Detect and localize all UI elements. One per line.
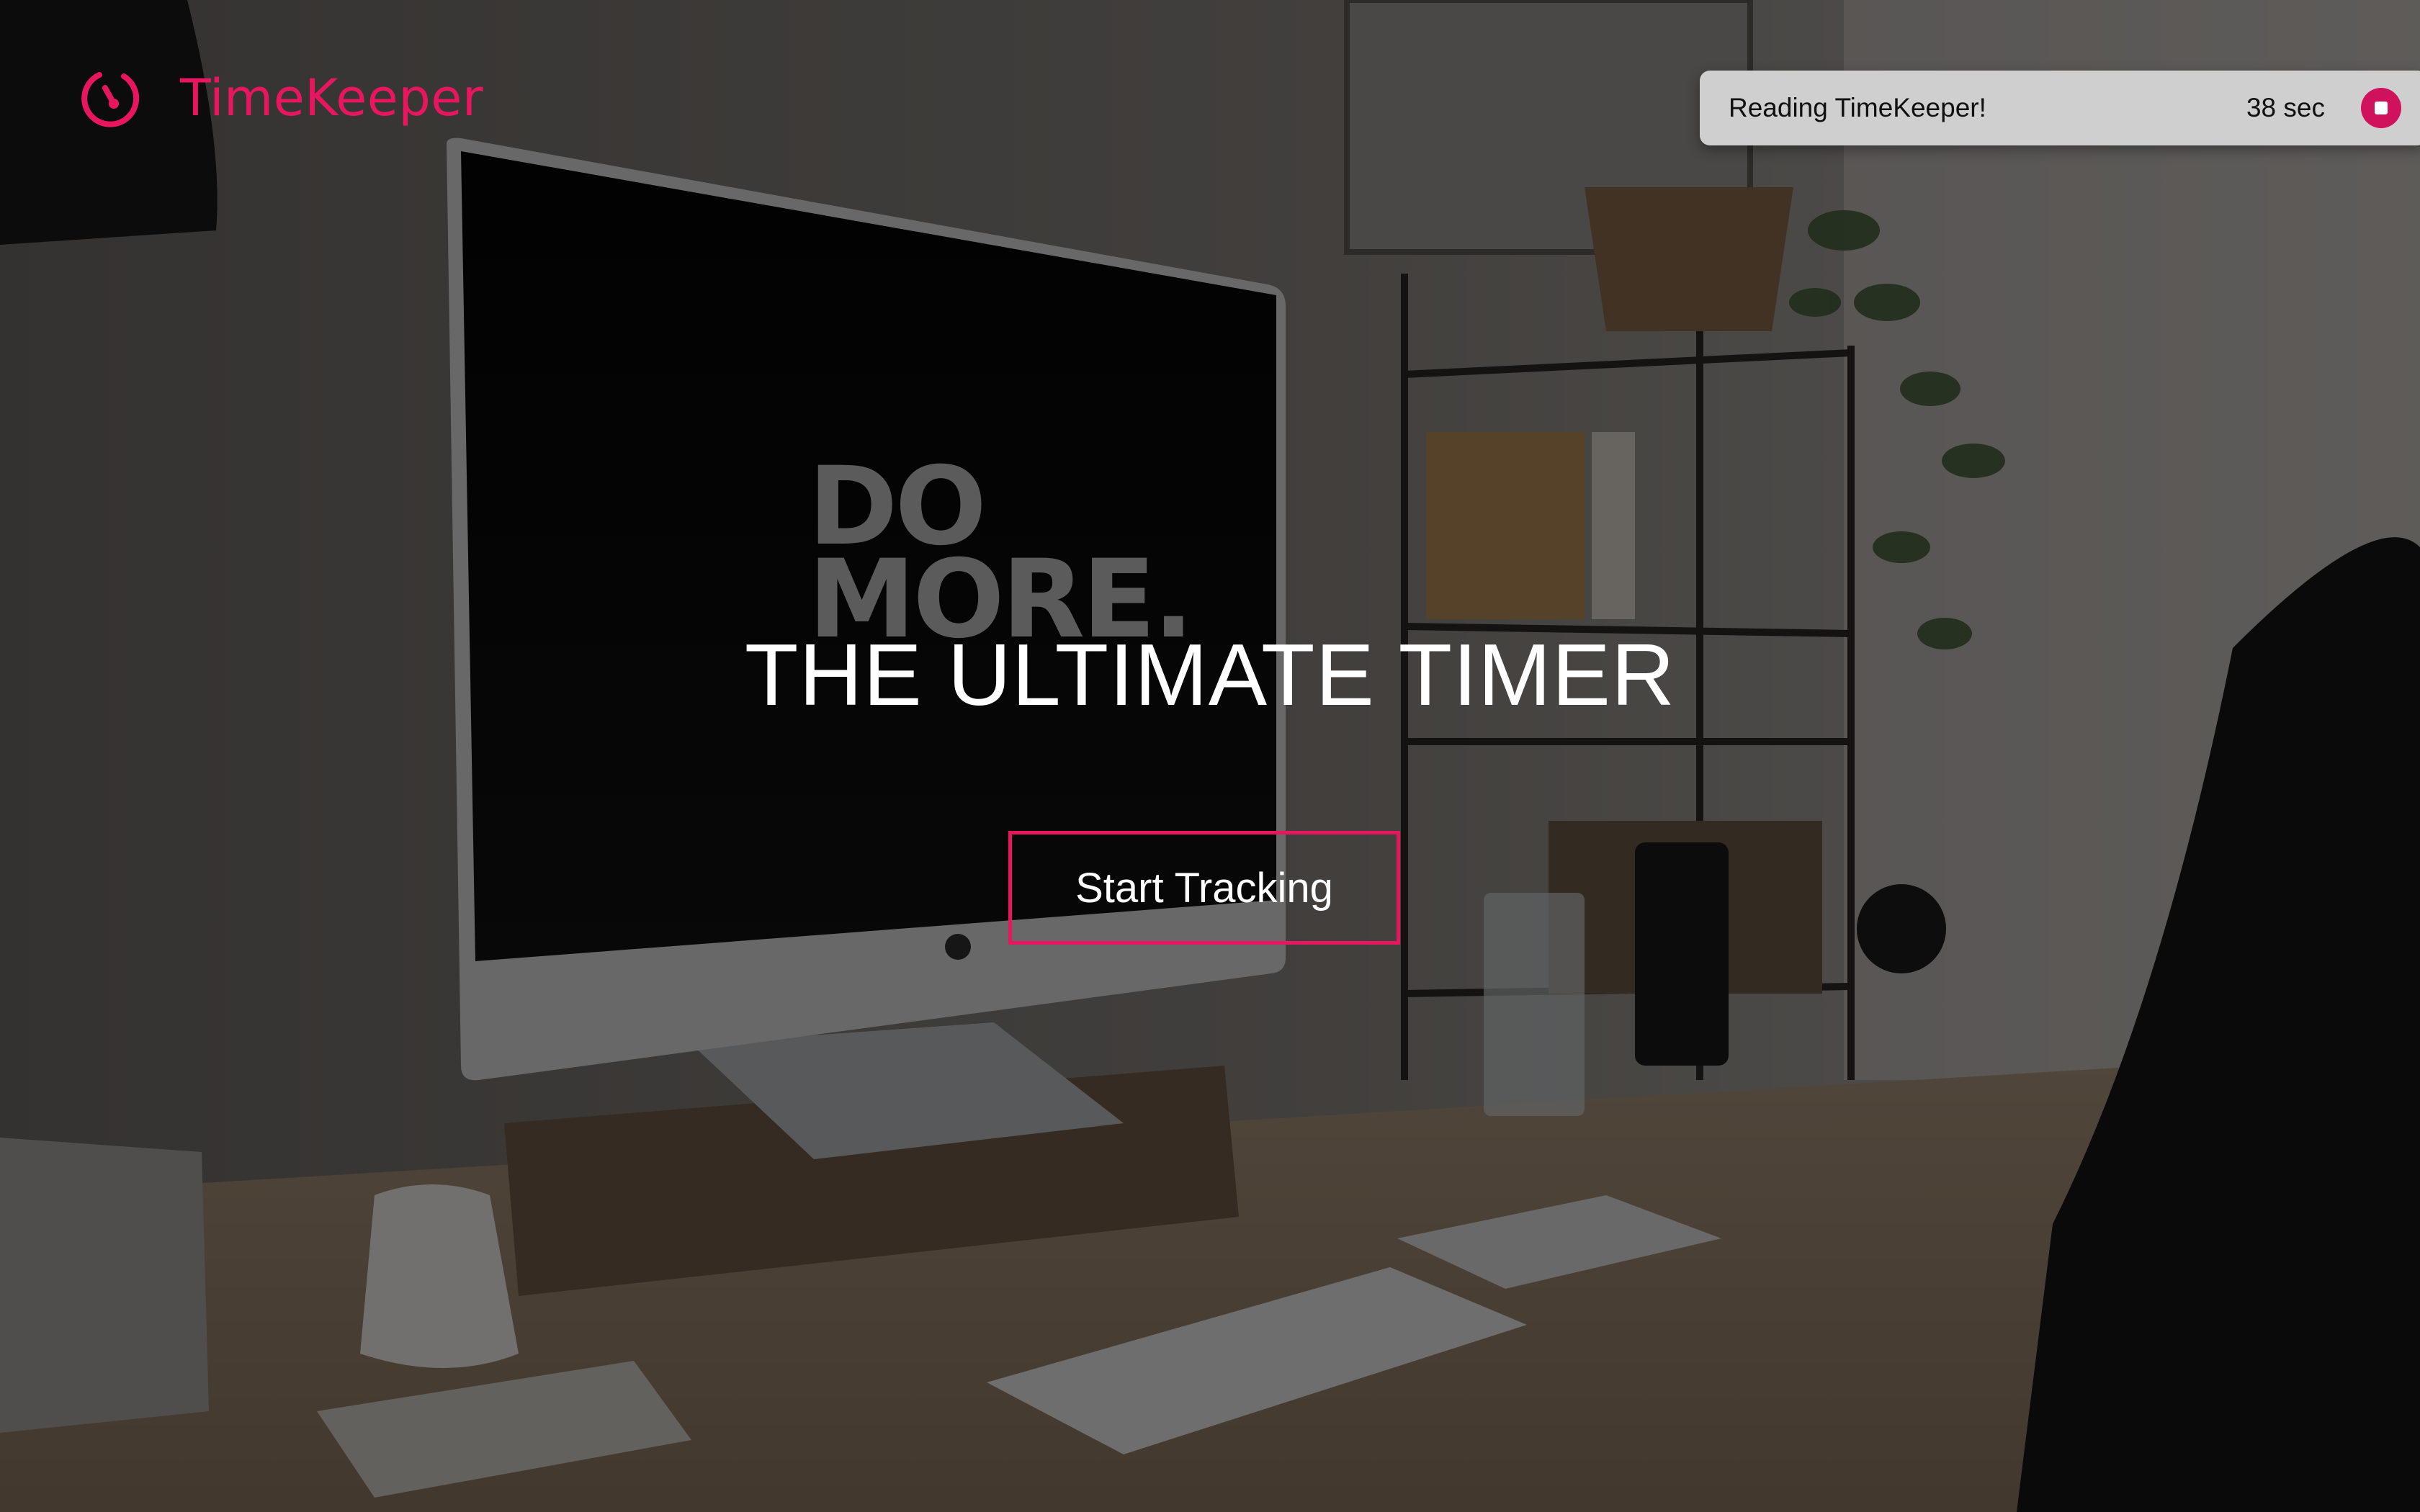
logo-link[interactable]: TimeKeeper	[79, 63, 483, 132]
start-tracking-button[interactable]: Start Tracking	[1008, 831, 1400, 945]
stop-icon	[2375, 102, 2388, 114]
reading-elapsed-time: 38 sec	[2246, 93, 2325, 122]
hero-background-image	[0, 0, 2420, 1512]
hero-title: THE ULTIMATE TIMER	[744, 626, 1676, 724]
brand-name: TimeKeeper	[180, 68, 484, 127]
monitor-wallpaper-text: DO MORE.	[808, 453, 1194, 654]
reading-timer-widget: Reading TimeKeeper! 38 sec	[1700, 71, 2420, 145]
stopwatch-icon	[81, 72, 140, 127]
reading-message: Reading TimeKeeper!	[1729, 93, 1986, 122]
landing-page: DO MORE. TimeKeeper Reading TimeKeeper! …	[0, 0, 2420, 1512]
stop-timer-button[interactable]	[2361, 88, 2401, 128]
